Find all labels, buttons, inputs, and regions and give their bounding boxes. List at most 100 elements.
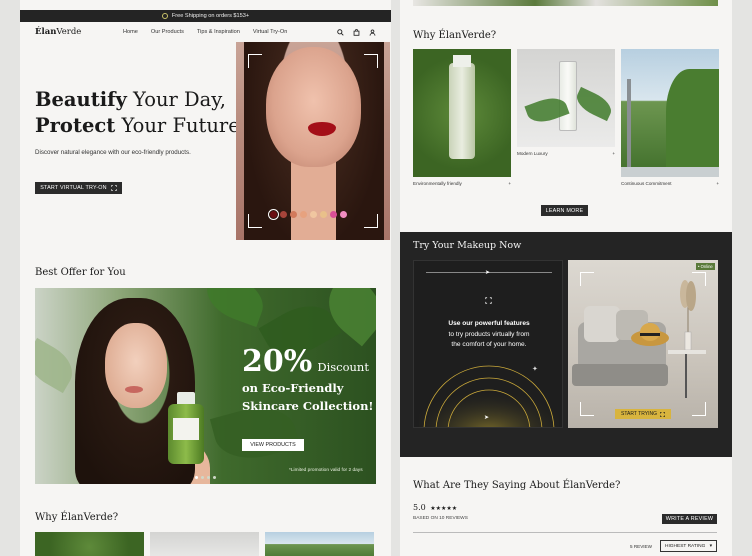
best-offer-title: Best Offer for You: [35, 267, 126, 278]
pillow: [584, 306, 620, 342]
hero-title-bold-1: Beautify: [35, 88, 127, 111]
side-table: [668, 350, 706, 354]
card-label-text: Modern Luxury: [517, 151, 548, 156]
color-swatch[interactable]: [330, 211, 337, 218]
search-icon[interactable]: [337, 28, 344, 36]
banner-bottom-edge: [413, 0, 718, 6]
scan-frame-corner: [580, 272, 594, 286]
try-makeup-title: Try Your Makeup Now: [413, 240, 522, 251]
hero-title: Beautify Your Day, Protect Your Future: [35, 87, 240, 139]
card-image: [150, 532, 259, 556]
product-bottle: [559, 61, 577, 131]
reviews-title: What Are They Saying About ÉlanVerde?: [413, 480, 621, 491]
try-feature-bold: Use our powerful features: [448, 320, 530, 327]
color-swatch[interactable]: [268, 209, 279, 220]
leaf-decoration: [35, 337, 81, 394]
serum-bottle: [168, 392, 204, 464]
landing-page-right: Why ÉlanVerde? Environmentally friendly +…: [400, 0, 732, 556]
nav-link-home[interactable]: Home: [123, 29, 138, 35]
rating-stars: ★★★★★: [430, 505, 458, 512]
bag-icon[interactable]: [353, 28, 360, 36]
side-table-leg: [685, 354, 687, 398]
brand-logo[interactable]: ÉlanVerde: [35, 27, 120, 37]
try-feature-card: ➤ Use our powerful features to try produ…: [413, 260, 563, 428]
card-image: [265, 532, 374, 556]
product-bottle: [449, 63, 475, 159]
carousel-dot[interactable]: [195, 476, 198, 479]
leaf-decoration: [572, 86, 615, 122]
pavement: [621, 167, 719, 177]
write-review-button[interactable]: WRITE A REVIEW: [662, 514, 717, 524]
svg-text:✦: ✦: [532, 365, 538, 373]
why-card[interactable]: Environmentally friendly +: [413, 49, 511, 186]
straw-hat: [631, 323, 669, 346]
color-swatch[interactable]: [300, 211, 307, 218]
review-filter[interactable]: 5 REVIEW: [630, 544, 652, 549]
arc-decoration: ➤ ✦: [419, 361, 559, 427]
living-room-image: • Online: [568, 260, 718, 428]
rating-score: 5.0: [413, 503, 426, 512]
learn-more-button[interactable]: LEARN MORE: [541, 205, 588, 216]
nav-link-products[interactable]: Our Products: [151, 29, 184, 35]
carousel-dot[interactable]: [213, 476, 216, 479]
color-swatch[interactable]: [290, 211, 297, 218]
scan-frame-corner: [248, 54, 262, 68]
why-cards-preview: [35, 532, 374, 556]
card-label: Environmentally friendly +: [413, 181, 511, 186]
plus-icon[interactable]: +: [716, 181, 719, 186]
why-card[interactable]: Continuous Commitment +: [621, 49, 719, 186]
scan-frame-corner: [692, 272, 706, 286]
brand-logo-rest: Verde: [56, 27, 82, 37]
start-trying-button[interactable]: START TRYING: [615, 409, 671, 419]
why-card[interactable]: Modern Luxury +: [517, 49, 615, 186]
model-neck: [291, 157, 336, 240]
chevron-down-icon: ▾: [709, 543, 712, 549]
nav-icons: [337, 28, 376, 36]
scan-icon: [485, 297, 492, 304]
scan-frame-corner: [580, 402, 594, 416]
card-label-text: Environmentally friendly: [413, 181, 462, 186]
try-feature-text: Use our powerful features to try product…: [414, 319, 562, 351]
offer-line-1: on Eco-Friendly: [242, 381, 344, 395]
slider-handle[interactable]: ➤: [485, 269, 490, 276]
user-icon[interactable]: [369, 28, 376, 36]
bottle-cap: [453, 55, 471, 67]
hero-title-rest-1: Your Day,: [126, 88, 226, 111]
pampas-vase: [680, 280, 696, 350]
scan-icon: [660, 411, 665, 417]
start-virtual-tryon-button[interactable]: START VIRTUAL TRY-ON: [35, 182, 122, 194]
color-swatch[interactable]: [320, 211, 327, 218]
main-navigation: ÉlanVerde Home Our Products Tips & Inspi…: [20, 22, 391, 42]
card-image: [621, 49, 719, 177]
carousel-dot[interactable]: [207, 476, 210, 479]
start-trying-label: START TRYING: [621, 411, 657, 417]
plus-icon[interactable]: +: [612, 151, 615, 156]
offer-percent: 20%: [242, 344, 313, 379]
card-label-text: Continuous Commitment: [621, 181, 672, 186]
nav-link-virtual-tryon[interactable]: Virtual Try-On: [253, 29, 287, 35]
carousel-dot[interactable]: [201, 476, 204, 479]
offer-note: *Limited promotion valid for 2 days: [289, 468, 363, 473]
why-title: Why ÉlanVerde?: [413, 30, 497, 41]
color-swatch[interactable]: [310, 211, 317, 218]
shipping-banner: Free Shipping on orders $153+: [20, 10, 391, 22]
leaf-decoration: [199, 288, 271, 328]
why-cards: Environmentally friendly + Modern Luxury +…: [413, 49, 719, 186]
brand-logo-bold: Élan: [35, 27, 57, 37]
try-feature-line-2: the comfort of your home.: [451, 341, 527, 348]
view-products-button[interactable]: VIEW PRODUCTS: [242, 439, 304, 451]
model-lips: [125, 386, 143, 393]
bottle-label: [173, 418, 199, 440]
card-image: [35, 532, 144, 556]
card-image: [413, 49, 511, 177]
scan-frame-corner: [248, 214, 262, 228]
color-swatch[interactable]: [340, 211, 347, 218]
start-virtual-tryon-label: START VIRTUAL TRY-ON: [40, 185, 107, 191]
plus-icon[interactable]: +: [508, 181, 511, 186]
sort-select[interactable]: HIGHEST RATING ▾: [660, 540, 717, 552]
color-swatch[interactable]: [280, 211, 287, 218]
hero-title-rest-2: Your Future: [115, 114, 240, 137]
scan-frame-corner: [364, 214, 378, 228]
offer-text: 20% Discount on Eco-Friendly Skincare Co…: [242, 344, 373, 415]
nav-link-tips[interactable]: Tips & Inspiration: [197, 29, 240, 35]
